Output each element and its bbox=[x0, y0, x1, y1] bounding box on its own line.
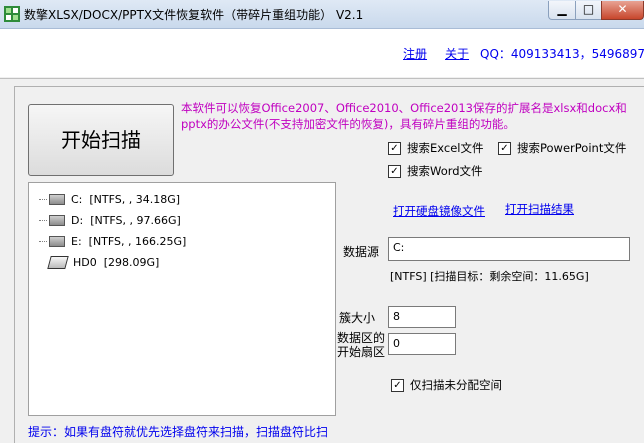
check-icon: ✓ bbox=[388, 164, 401, 178]
drive-info: [NTFS, , 34.18G] bbox=[89, 192, 181, 206]
drive-item-d[interactable]: D: [NTFS, , 97.66G] bbox=[39, 212, 181, 228]
check-icon: ✓ bbox=[388, 141, 401, 155]
check-icon: ✓ bbox=[391, 378, 404, 392]
drive-icon bbox=[49, 214, 65, 226]
maximize-button[interactable]: □ bbox=[575, 1, 602, 20]
start-scan-button[interactable]: 开始扫描 bbox=[28, 104, 174, 176]
drive-info: [298.09G] bbox=[103, 255, 160, 269]
tree-connector bbox=[39, 240, 47, 242]
drive-item-hd0[interactable]: HD0 [298.09G] bbox=[39, 254, 159, 270]
start-sector-input[interactable]: 0 bbox=[388, 333, 456, 355]
start-sector-label-line1: 数据区的 bbox=[337, 331, 386, 345]
datasource-field[interactable]: C: bbox=[388, 237, 630, 261]
drive-label: HD0 bbox=[73, 255, 97, 269]
drive-list[interactable]: C: [NTFS, , 34.18G] D: [NTFS, , 97.66G] … bbox=[28, 182, 336, 416]
datasource-label: 数据源 bbox=[343, 245, 380, 259]
checkbox-label: 搜索Excel文件 bbox=[407, 141, 484, 155]
drive-item-e[interactable]: E: [NTFS, , 166.25G] bbox=[39, 233, 186, 249]
hard-disk-icon bbox=[47, 255, 69, 269]
checkbox-label: 搜索PowerPoint文件 bbox=[517, 141, 627, 155]
unallocated-only-checkbox[interactable]: ✓ 仅扫描未分配空间 bbox=[391, 377, 502, 393]
drive-info: [NTFS, , 97.66G] bbox=[90, 213, 181, 227]
tip-text: 提示：如果有盘符就优先选择盘符来扫描，扫描盘符比扫 bbox=[28, 425, 329, 439]
drive-icon bbox=[49, 193, 65, 205]
qq-contact: QQ：409133413，54968973 bbox=[480, 47, 644, 61]
check-icon: ✓ bbox=[498, 141, 511, 155]
start-sector-label-line2: 开始扇区 bbox=[337, 345, 386, 359]
search-word-checkbox[interactable]: ✓ 搜索Word文件 bbox=[388, 163, 483, 179]
header-panel: 注册 关于 QQ：409133413，54968973 bbox=[0, 29, 644, 77]
drive-item-c[interactable]: C: [NTFS, , 34.18G] bbox=[39, 191, 180, 207]
drive-label: E: bbox=[71, 234, 82, 248]
cluster-size-input[interactable]: 8 bbox=[388, 306, 456, 328]
drive-label: C: bbox=[71, 192, 83, 206]
drive-label: D: bbox=[71, 213, 84, 227]
drive-icon bbox=[49, 235, 65, 247]
drive-info: [NTFS, , 166.25G] bbox=[88, 234, 187, 248]
title-bar[interactable]: 数擎XLSX/DOCX/PPTX文件恢复软件（带碎片重组功能） V2.1 ▁ □… bbox=[0, 0, 644, 29]
open-scan-result-link[interactable]: 打开扫描结果 bbox=[505, 201, 574, 217]
datasource-status: [NTFS] [扫描目标：剩余空间：11.65G] bbox=[390, 270, 589, 283]
window-title: 数擎XLSX/DOCX/PPTX文件恢复软件（带碎片重组功能） V2.1 bbox=[24, 8, 364, 22]
cluster-size-label: 簇大小 bbox=[339, 311, 376, 325]
software-description: 本软件可以恢复Office2007、Office2010、Office2013保… bbox=[181, 101, 627, 131]
tree-connector bbox=[39, 198, 47, 200]
close-button[interactable]: ✕ bbox=[601, 1, 644, 20]
search-ppt-checkbox[interactable]: ✓ 搜索PowerPoint文件 bbox=[498, 140, 626, 156]
header-divider bbox=[0, 78, 644, 79]
minimize-button[interactable]: ▁ bbox=[548, 1, 576, 20]
register-link[interactable]: 注册 bbox=[403, 45, 427, 62]
start-sector-label: 数据区的 开始扇区 bbox=[337, 331, 385, 359]
checkbox-label: 搜索Word文件 bbox=[407, 164, 483, 178]
tree-connector bbox=[39, 219, 47, 221]
about-link[interactable]: 关于 bbox=[445, 45, 469, 62]
search-excel-checkbox[interactable]: ✓ 搜索Excel文件 bbox=[388, 140, 483, 156]
open-disk-image-link[interactable]: 打开硬盘镜像文件 bbox=[393, 203, 485, 219]
checkbox-label: 仅扫描未分配空间 bbox=[410, 378, 502, 392]
app-grid-icon bbox=[4, 6, 20, 22]
